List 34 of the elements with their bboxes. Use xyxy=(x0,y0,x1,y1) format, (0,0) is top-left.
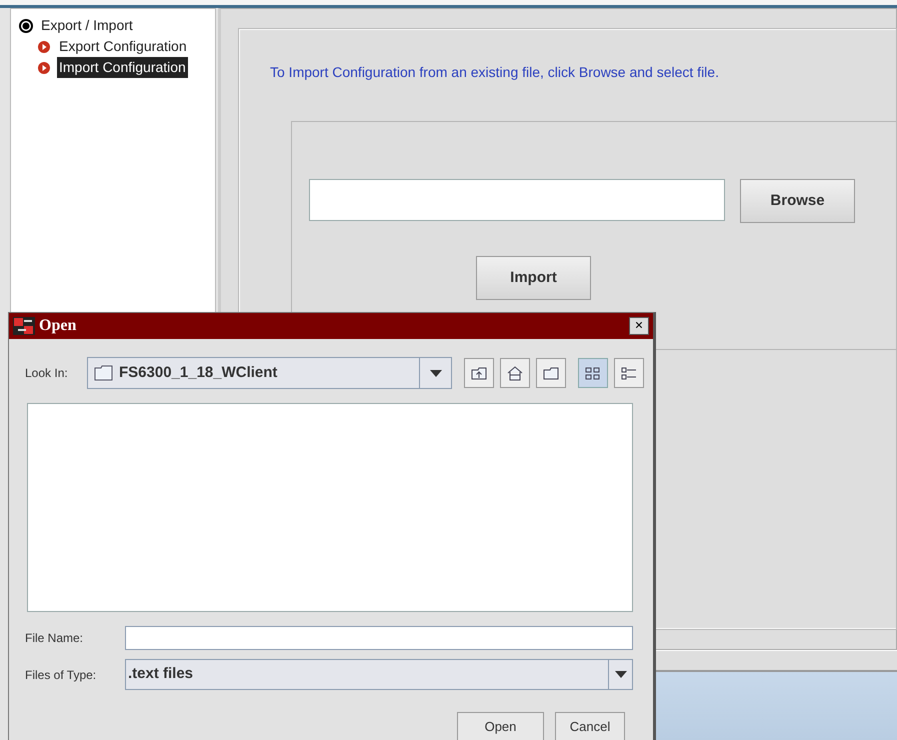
new-folder-button[interactable] xyxy=(536,358,566,388)
up-folder-button[interactable] xyxy=(464,358,494,388)
current-folder-text: FS6300_1_18_WClient xyxy=(119,362,278,383)
radio-icon xyxy=(19,18,33,32)
file-type-text: .text files xyxy=(128,664,194,684)
tree-node-label[interactable]: Export / Import xyxy=(39,15,135,36)
close-button[interactable]: × xyxy=(629,317,649,335)
app-icon xyxy=(13,317,35,335)
list-view-icon xyxy=(584,364,602,382)
file-name-field[interactable] xyxy=(125,626,633,650)
bullet-icon xyxy=(37,60,51,74)
import-button[interactable]: Import xyxy=(476,256,591,300)
tree-item[interactable]: Import Configuration xyxy=(57,57,188,78)
folder-icon xyxy=(94,365,114,381)
file-path-field[interactable] xyxy=(309,179,725,221)
browse-button[interactable]: Browse xyxy=(740,179,855,223)
file-type-dropdown[interactable]: .text files xyxy=(125,659,633,690)
home-button[interactable] xyxy=(500,358,530,388)
new-folder-icon xyxy=(542,364,560,382)
dialog-title: Open xyxy=(39,316,76,336)
file-name-label: File Name: xyxy=(25,630,84,647)
file-type-label: Files of Type: xyxy=(25,666,98,684)
bullet-icon xyxy=(37,40,51,54)
look-in-label: Look In: xyxy=(25,365,69,382)
look-in-dropdown[interactable]: FS6300_1_18_WClient xyxy=(87,357,452,389)
instruction-text: To Import Configuration from an existing file, click Browse and select file. xyxy=(270,63,720,82)
open-button[interactable]: Open xyxy=(457,712,544,740)
details-view-icon xyxy=(620,364,638,382)
tree-item[interactable]: Export Configuration xyxy=(57,36,189,57)
list-view-button[interactable] xyxy=(578,358,608,388)
details-view-button[interactable] xyxy=(614,358,644,388)
home-icon xyxy=(506,364,524,382)
up-folder-icon xyxy=(470,364,488,382)
cancel-button[interactable]: Cancel xyxy=(555,712,625,740)
